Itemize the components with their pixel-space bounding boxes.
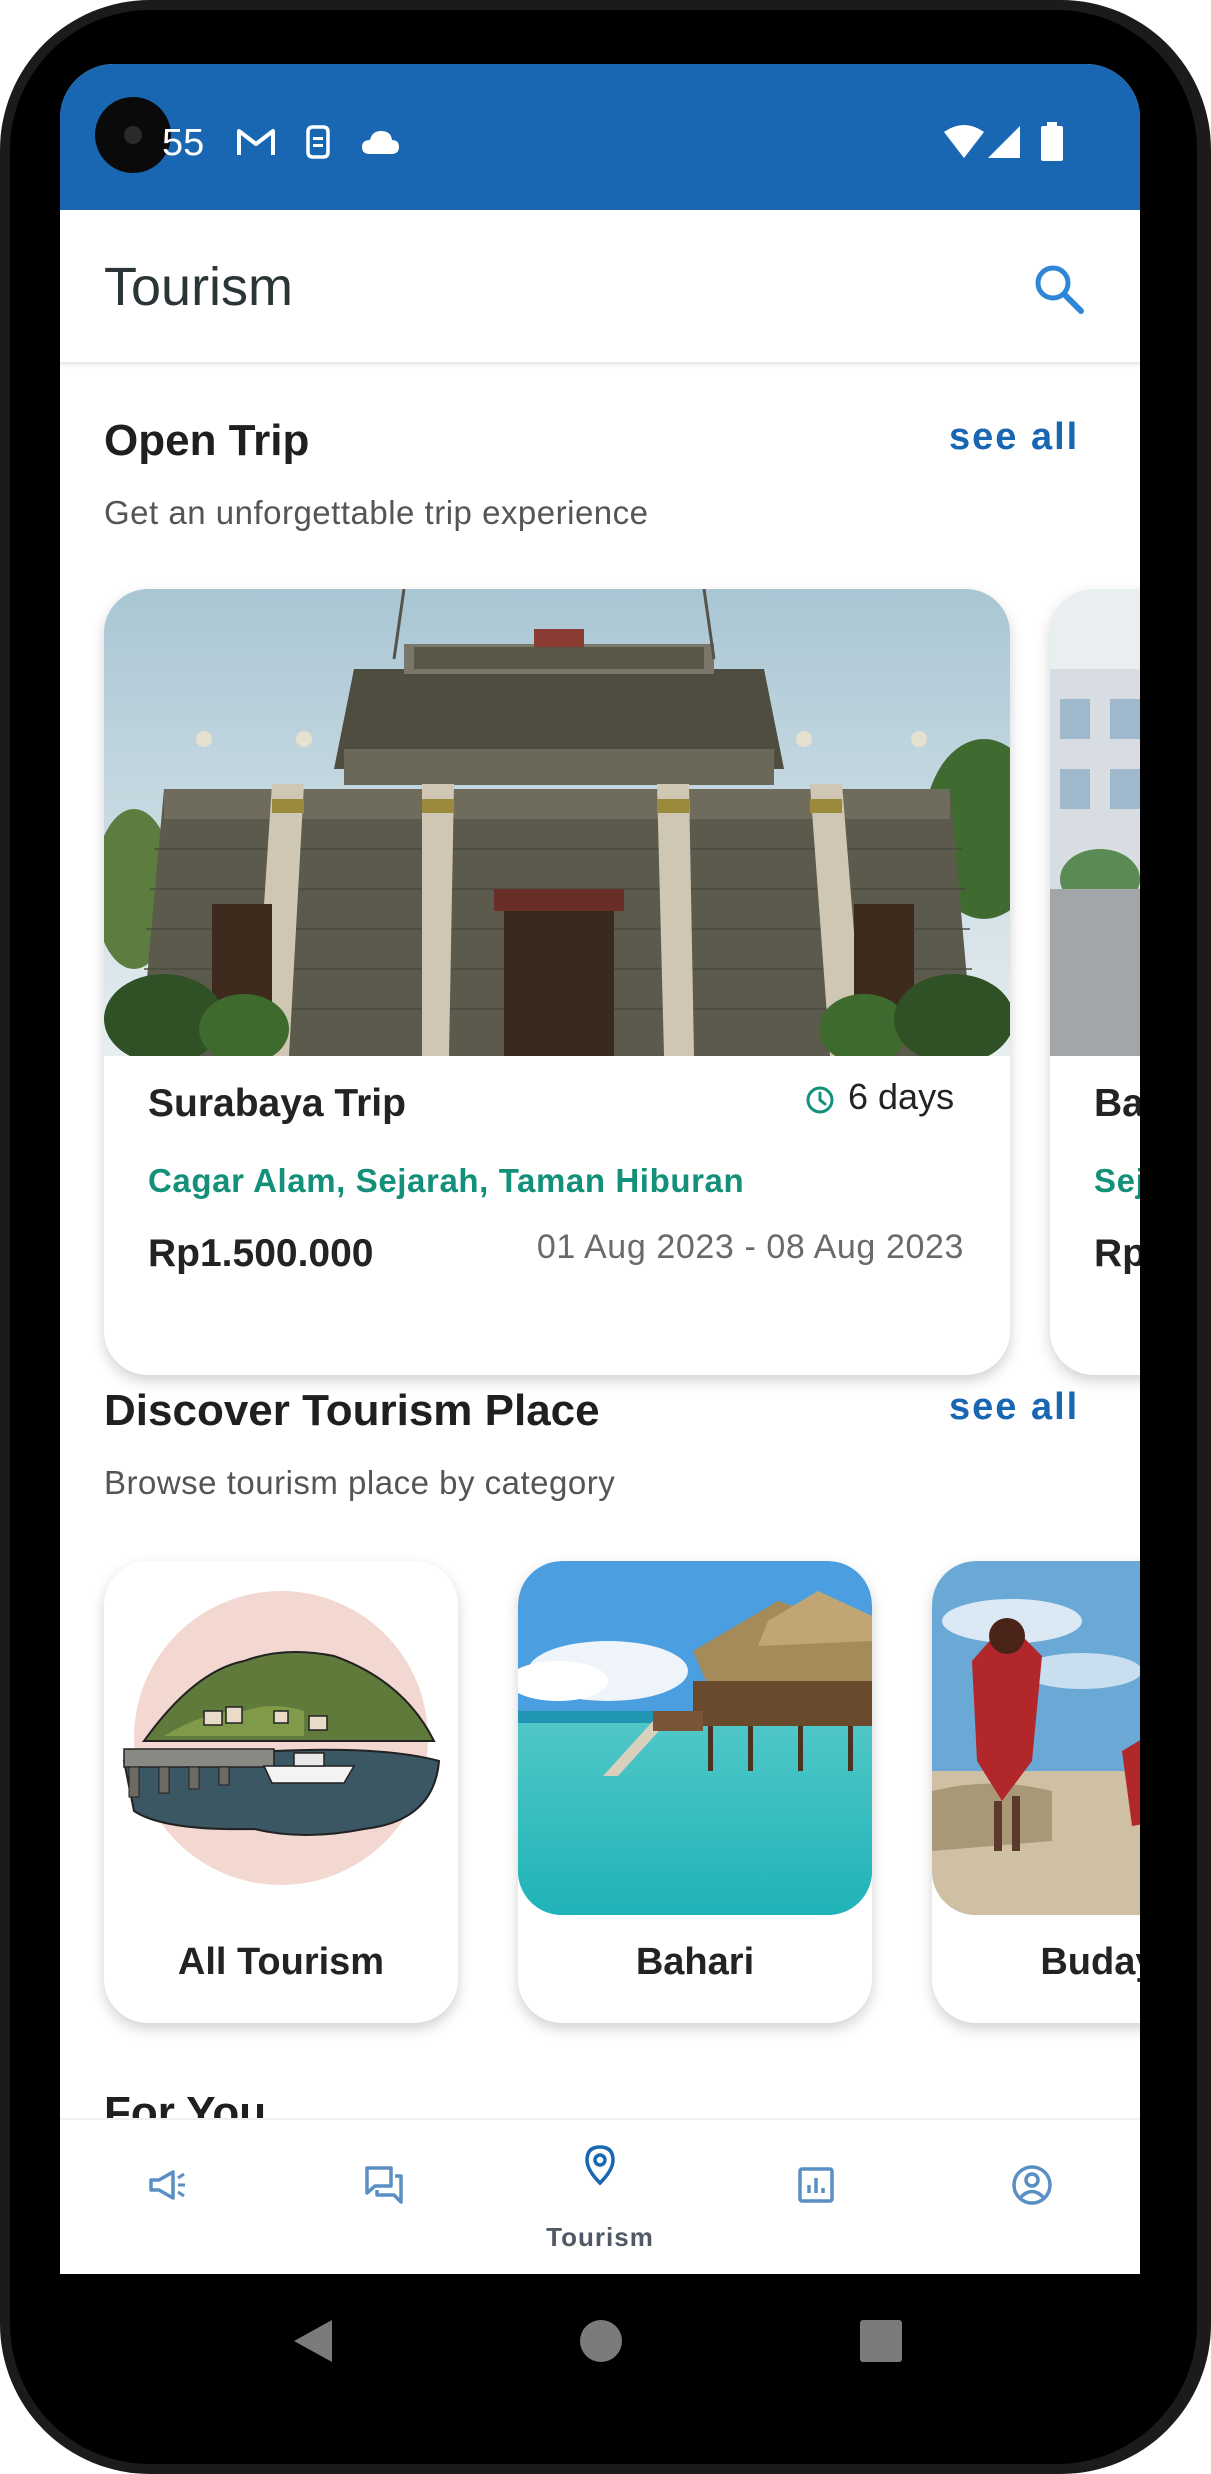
home-button[interactable] xyxy=(579,2319,623,2363)
trip-dates: 01 Aug 2023 - 08 Aug 2023 xyxy=(536,1228,964,1266)
chat-icon xyxy=(365,2166,403,2204)
cultural-dancer-photo xyxy=(932,1561,1140,1915)
status-bar: 55 xyxy=(60,64,1140,210)
page-title: Tourism xyxy=(104,257,294,317)
category-card-budaya[interactable]: Budaya xyxy=(932,1561,1140,2023)
water-villa-photo xyxy=(518,1561,872,1915)
nav-item-stats[interactable] xyxy=(708,2120,924,2274)
open-trip-title: Open Trip xyxy=(104,416,310,465)
profile-icon xyxy=(1012,2165,1052,2205)
discover-see-all-link[interactable]: see all xyxy=(949,1386,1079,1429)
samporna-building-photo xyxy=(104,589,1010,1056)
nav-item-chat[interactable] xyxy=(276,2120,492,2274)
search-icon[interactable] xyxy=(1032,262,1086,316)
status-time: 55 xyxy=(162,122,205,164)
trip-card[interactable]: Surabaya Trip 6 days Cagar Alam, Sejarah… xyxy=(104,589,1010,1375)
front-camera xyxy=(95,97,171,173)
category-card-all-tourism[interactable]: All Tourism xyxy=(104,1561,458,2023)
open-trip-see-all-link[interactable]: see all xyxy=(949,416,1079,459)
signal-icon xyxy=(988,126,1020,158)
bottom-nav: Tourism xyxy=(60,2118,1140,2274)
category-card-bahari[interactable]: Bahari xyxy=(518,1561,872,2023)
category-label: All Tourism xyxy=(177,1941,385,1983)
discover-title: Discover Tourism Place xyxy=(104,1386,600,1435)
trip-price: Rp1.500.000 xyxy=(148,1232,374,1275)
power-button xyxy=(1199,934,1211,1278)
harbor-illustration xyxy=(104,1561,458,1915)
nav-item-tourism[interactable]: Tourism xyxy=(492,2120,708,2274)
street-building-photo xyxy=(1050,589,1140,1056)
trip-card[interactable]: Ba Sej Rp xyxy=(1050,589,1140,1375)
trip-duration-text: 6 days xyxy=(848,1076,955,1117)
back-button[interactable] xyxy=(290,2316,336,2366)
volume-button xyxy=(1199,594,1211,718)
cloud-icon xyxy=(362,131,399,154)
trip-name: Ba xyxy=(1094,1082,1140,1125)
category-label: Budaya xyxy=(1040,1941,1140,1983)
battery-icon xyxy=(1041,122,1063,161)
chart-icon xyxy=(798,2167,834,2203)
app-bar: Tourism xyxy=(60,210,1140,364)
open-trip-subtitle: Get an unforgettable trip experience xyxy=(104,494,649,531)
clock-icon xyxy=(806,1086,834,1114)
gmail-icon xyxy=(237,129,275,155)
nav-item-announcements[interactable] xyxy=(60,2120,276,2274)
nav-label: Tourism xyxy=(546,2222,654,2252)
screen: 55 Tourism Open Trip see all Get an unfo… xyxy=(60,64,1140,2274)
trip-name: Surabaya Trip xyxy=(148,1082,406,1125)
discover-subtitle: Browse tourism place by category xyxy=(104,1464,616,1501)
sim-alert-icon xyxy=(306,125,330,159)
wifi-icon xyxy=(944,125,984,158)
nav-item-profile[interactable] xyxy=(924,2120,1140,2274)
trip-duration: 6 days xyxy=(804,1076,954,1118)
trip-price: Rp xyxy=(1094,1232,1140,1275)
trip-tags: Cagar Alam, Sejarah, Taman Hiburan xyxy=(148,1162,745,1199)
megaphone-icon xyxy=(149,2170,185,2200)
location-pin-icon xyxy=(585,2145,615,2186)
recents-button[interactable] xyxy=(859,2319,903,2363)
category-label: Bahari xyxy=(635,1941,755,1983)
trip-tags: Sej xyxy=(1094,1162,1140,1199)
